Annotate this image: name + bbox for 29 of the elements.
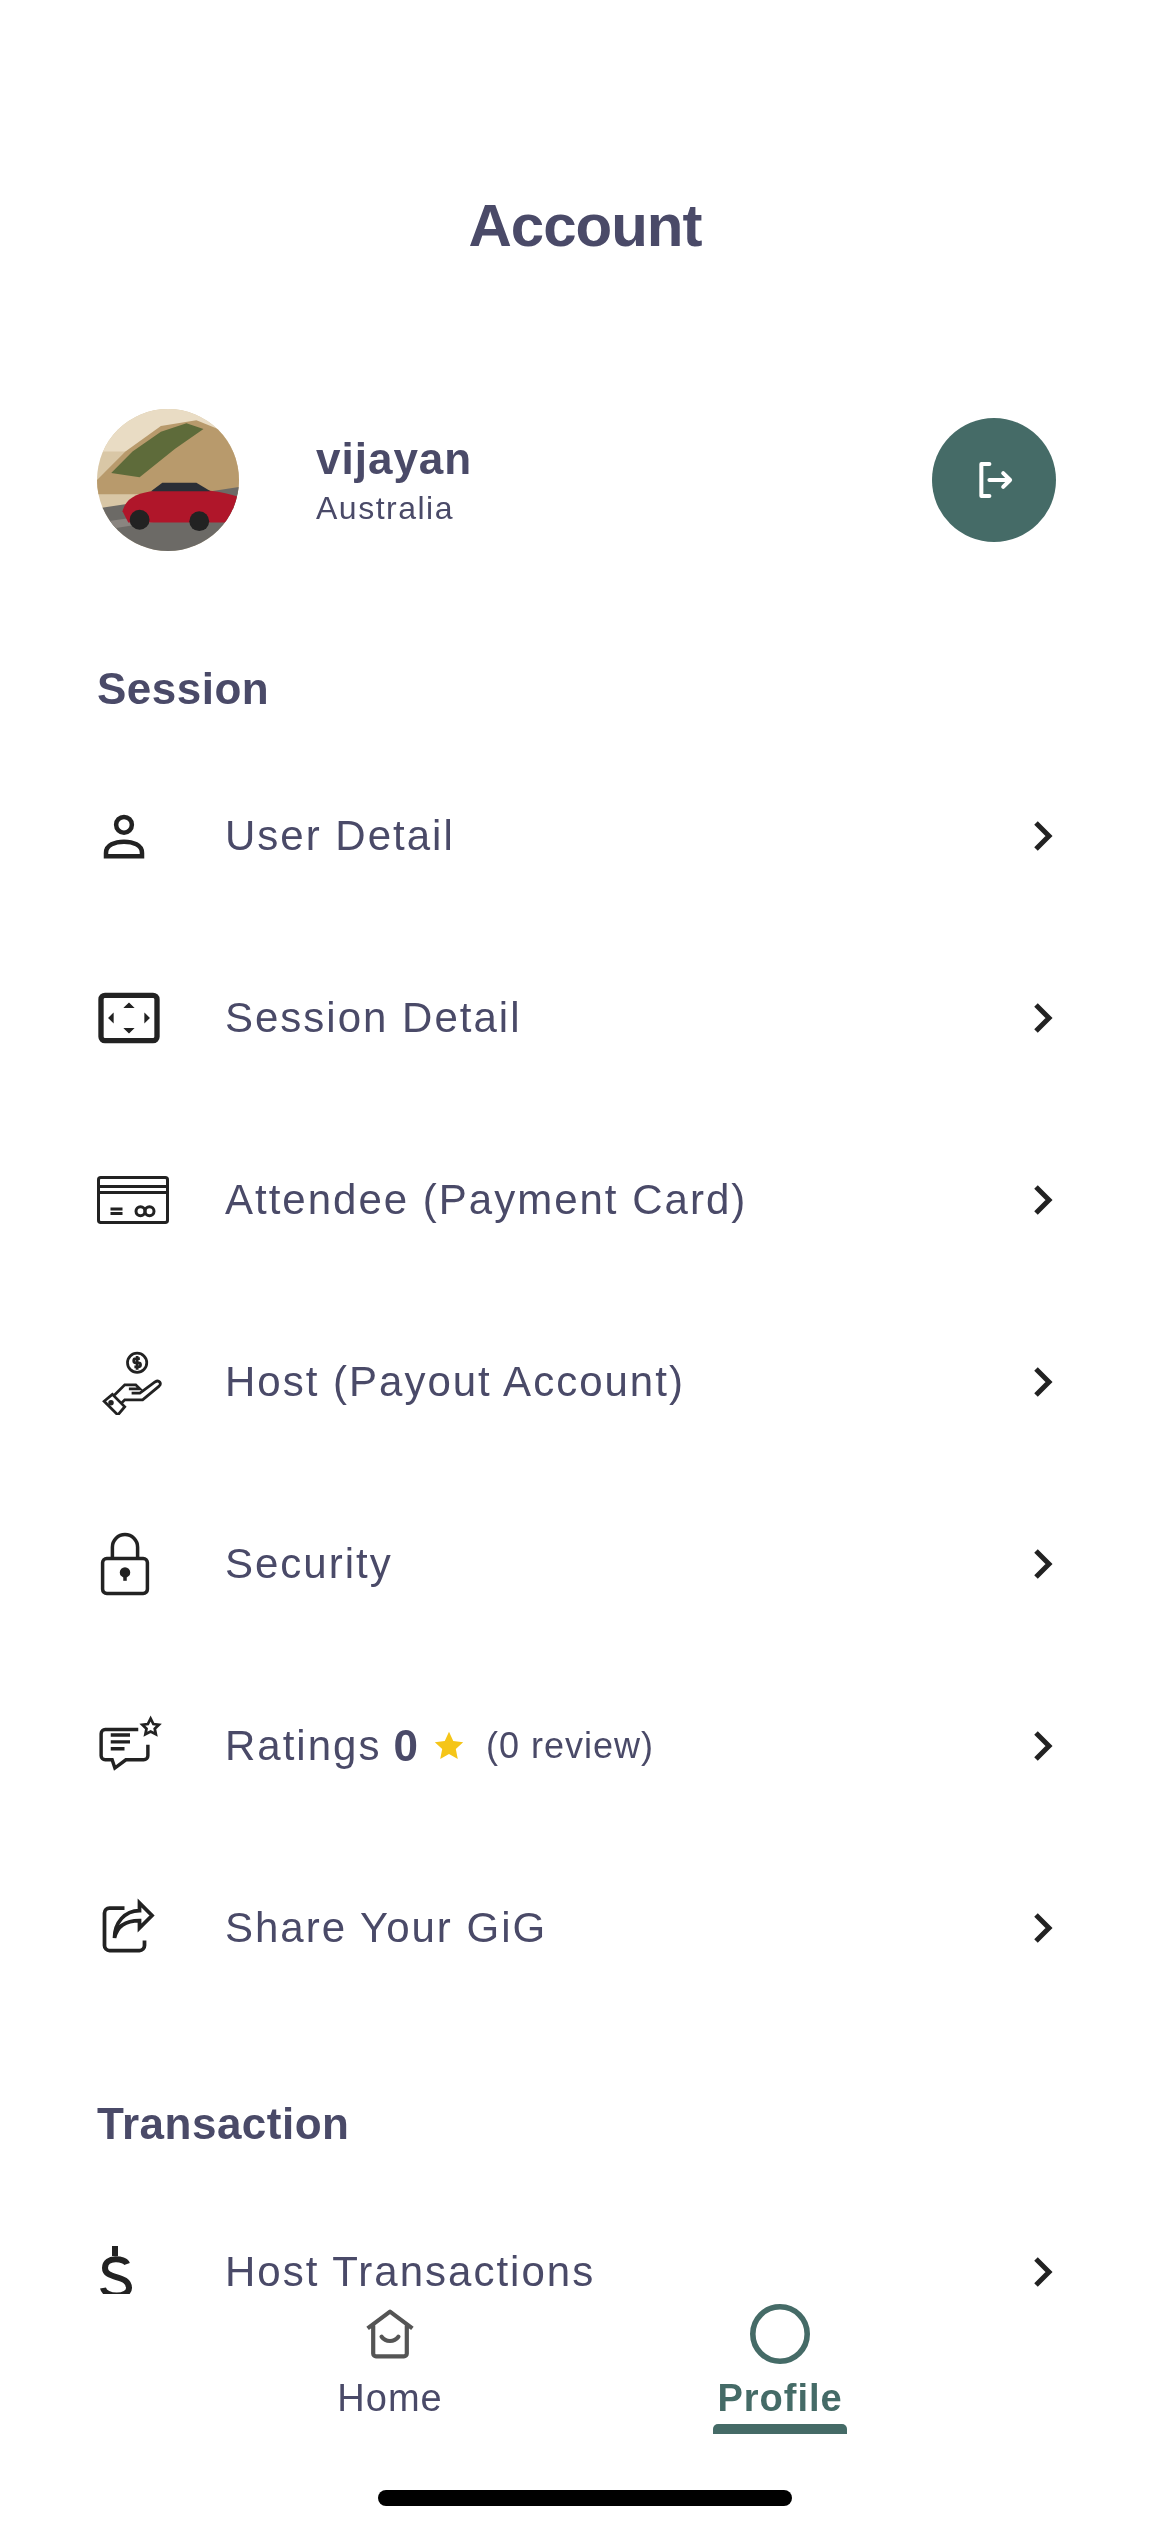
- user-location: Australia: [316, 489, 455, 527]
- chevron-right-icon: [1033, 1730, 1053, 1762]
- chevron-right-icon: [1033, 1548, 1053, 1580]
- menu-item-label[interactable]: User Detail: [225, 812, 455, 860]
- card-icon: [97, 1176, 169, 1224]
- circle-icon: [748, 2302, 812, 2366]
- frame-icon: [97, 991, 161, 1045]
- menu-item-label[interactable]: Host (Payout Account): [225, 1358, 685, 1406]
- menu-item-label[interactable]: Share Your GiG: [225, 1904, 548, 1952]
- menu-item-label[interactable]: Session Detail: [225, 994, 522, 1042]
- chevron-right-icon: [1033, 1366, 1053, 1398]
- tab[interactable]: Profile: [675, 2302, 885, 2434]
- chevron-right-icon: [1033, 820, 1053, 852]
- page-title: Account: [467, 191, 703, 261]
- section-title: Session: [97, 663, 271, 715]
- dollar-icon: [97, 2244, 133, 2294]
- user-name: vijayan: [316, 433, 474, 484]
- menu-item-label[interactable]: Attendee (Payment Card): [225, 1176, 748, 1224]
- chevron-right-icon: [1033, 1002, 1053, 1034]
- menu-item-label[interactable]: Host Transactions: [225, 2248, 596, 2294]
- tab[interactable]: Home: [285, 2302, 495, 2434]
- menu-item-label[interactable]: Ratings: [225, 1722, 382, 1770]
- menu-item-label[interactable]: Security: [225, 1540, 393, 1588]
- chevron-right-icon: [1033, 1184, 1053, 1216]
- chevron-right-icon: [1033, 1912, 1053, 1944]
- section-title: Transaction: [97, 2098, 351, 2150]
- chevron-right-icon: [1033, 2256, 1053, 2288]
- review-count: (0 review): [485, 1725, 654, 1767]
- rating-value: 0: [393, 1721, 420, 1771]
